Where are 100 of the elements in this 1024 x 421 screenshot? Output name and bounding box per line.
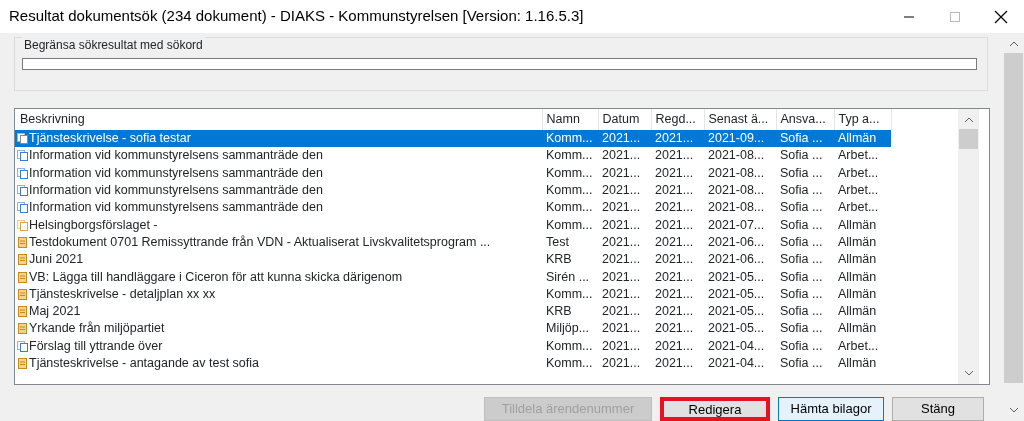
dialog-button[interactable]: Stäng: [892, 397, 984, 421]
table-cell: 2021...: [598, 147, 651, 165]
table-cell-text: Komm...: [545, 216, 594, 234]
table-cell-text: 2021...: [654, 233, 695, 251]
document-title[interactable]: Tjänsteskrivelse - antagande av test sofia: [29, 355, 259, 372]
table-cell-text: Komm...: [545, 337, 594, 355]
table-cell-text: Komm...: [545, 355, 594, 372]
document-title[interactable]: Maj 2021: [29, 303, 81, 321]
table-cell-text: Sofia ...: [779, 182, 824, 200]
table-cell-text: Arbet...: [837, 182, 880, 200]
table-cell-text: 2021...: [601, 303, 642, 321]
table-cell: Sofia ...: [776, 130, 834, 148]
table-cell-text: 2021...: [654, 164, 695, 182]
table-cell-text: Sofia ...: [779, 285, 824, 303]
document-title[interactable]: VB: Lägga till handläggare i Ciceron för att kunna skicka därigenom: [29, 268, 403, 286]
table-cell-text: 2021...: [601, 285, 642, 303]
maximize-icon: [949, 10, 961, 23]
table-cell-text: 2021...: [654, 355, 695, 372]
table-cell-text: 2021...: [654, 199, 695, 217]
table-cell-text: 2021...: [654, 216, 695, 234]
table-cell-text: 2021-08...: [707, 199, 766, 217]
table-cell: 2021-08...: [704, 147, 776, 165]
list-scrollbar[interactable]: [958, 109, 979, 384]
pages-icon: [17, 150, 28, 162]
pages-icon: [17, 167, 28, 179]
table-cell-text: 2021-08...: [707, 164, 766, 182]
table-cell: Allmän: [834, 130, 891, 148]
table-cell-text: Allmän: [837, 355, 878, 372]
table-cell-text: 2021...: [601, 268, 642, 286]
table-cell-text: Sofia ...: [779, 303, 824, 321]
document-icon: [17, 323, 28, 335]
table-cell-text: Allmän: [837, 251, 878, 269]
document-title[interactable]: Helsingborgsförslaget -: [29, 216, 158, 234]
table-cell-text: 2021...: [654, 268, 695, 286]
close-icon: [994, 9, 1008, 24]
table-cell-text: 2021...: [601, 199, 642, 217]
table-cell-text: Allmän: [837, 303, 878, 321]
table-cell-text: 2021...: [601, 320, 642, 338]
table-cell-text: 2021...: [601, 182, 642, 200]
table-cell-text: 2021...: [601, 251, 642, 269]
document-icon: [17, 271, 28, 283]
table-cell-text: 2021...: [654, 251, 695, 269]
table-cell-text: Sofia ...: [779, 355, 824, 372]
window-title: Resultat dokumentsök (234 dokument) - DIAKS - Kommunstyrelsen [Version: 1.16.5.3]: [8, 6, 585, 27]
table-cell-text: Arbet...: [837, 337, 880, 355]
document-title[interactable]: Information vid kommunstyrelsens sammanträde den: [29, 199, 323, 217]
document-title[interactable]: Tjänsteskrivelse - detaljplan xx xx: [29, 285, 216, 303]
table-cell-text: Sofia ...: [779, 216, 824, 234]
table-cell-text: Allmän: [837, 320, 878, 338]
keyword-input-field[interactable]: [22, 58, 977, 70]
document-title[interactable]: Information vid kommunstyrelsens sammanträde den: [29, 182, 323, 200]
table-cell-text: Sofia ...: [779, 320, 824, 338]
table-cell-text: Sirén ...: [545, 268, 591, 286]
table-cell-text: Komm...: [545, 182, 594, 200]
table-cell: 2021...: [651, 147, 704, 165]
table-cell-text: Sofia ...: [779, 268, 824, 286]
table-cell-text: 2021...: [654, 303, 695, 321]
table-cell-text: 2021...: [601, 337, 642, 355]
document-icon: [17, 254, 28, 266]
document-icon: [17, 306, 28, 318]
document-title[interactable]: Testdokument 0701 Remissyttrande från VDN - Aktualiserat Livskvalitetsprogram ...: [29, 233, 491, 251]
table-cell-text: 2021...: [654, 285, 695, 303]
table-cell-text: Arbet...: [837, 199, 880, 217]
table-cell-text: Arbet...: [837, 164, 880, 182]
table-cell-text: Test: [545, 233, 570, 251]
table-cell-text: Sofia ...: [779, 251, 824, 269]
table-cell-text: 2021...: [601, 164, 642, 182]
document-title[interactable]: Information vid kommunstyrelsens sammanträde den: [29, 147, 323, 165]
table-cell-text: 2021-04...: [707, 337, 766, 355]
table-cell-text: 2021-05...: [707, 285, 766, 303]
table-cell-text: 2021...: [654, 337, 695, 355]
dialog-button[interactable]: Hämta bilagor: [778, 397, 884, 421]
document-title[interactable]: Yrkande från miljöpartiet: [29, 320, 165, 338]
table-cell-text: Allmän: [837, 268, 878, 286]
document-title[interactable]: Tjänsteskrivelse - sofia testar: [29, 130, 191, 148]
table-cell-text: 2021-06...: [707, 233, 766, 251]
table-cell-text: Komm...: [545, 199, 594, 217]
dialog-button[interactable]: Redigera: [660, 397, 770, 421]
pages-icon: [17, 340, 28, 352]
table-cell-text: 2021...: [601, 355, 642, 372]
table-cell-text: 2021...: [654, 182, 695, 200]
table-cell-text: 2021-07...: [707, 216, 766, 234]
table-cell-text: Sofia ...: [779, 164, 824, 182]
scroll-thumb[interactable]: [959, 129, 978, 149]
table-cell-text: Allmän: [837, 216, 878, 234]
table-cell: Komm...: [542, 147, 598, 165]
scroll-thumb[interactable]: [1004, 53, 1023, 383]
table-cell-text: 2021-05...: [707, 303, 766, 321]
table-cell-text: 2021-06...: [707, 251, 766, 269]
table-cell: Arbet...: [834, 147, 891, 165]
document-title[interactable]: Förslag till yttrande över: [29, 337, 163, 355]
table-cell-text: Allmän: [837, 233, 878, 251]
table-cell-text: 2021-08...: [707, 182, 766, 200]
table-cell-text: KRB: [545, 251, 573, 269]
document-title[interactable]: Information vid kommunstyrelsens sammanträde den: [29, 164, 323, 182]
table-cell-text: Komm...: [545, 285, 594, 303]
table-cell: 2021...: [598, 130, 651, 148]
document-icon: [17, 236, 28, 248]
document-title[interactable]: Juni 2021: [29, 251, 84, 269]
table-cell-text: 2021-05...: [707, 268, 766, 286]
